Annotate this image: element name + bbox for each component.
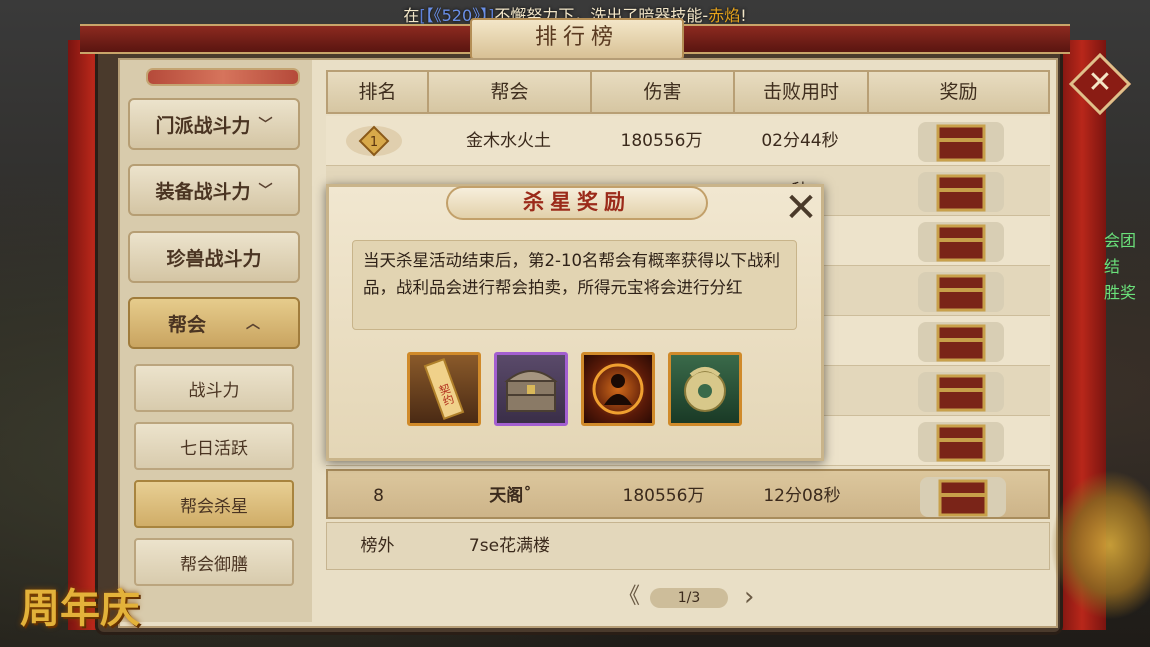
cell-guild: 7se花满楼 (468, 536, 551, 556)
reward-chest-icon[interactable] (916, 120, 1006, 164)
header-rank: 排名 (328, 72, 429, 112)
header-reward: 奖励 (939, 81, 978, 103)
treasure-chest-icon (504, 370, 558, 412)
dialog-description: 当天杀星活动结束后，第2-10名帮会有概率获得以下战利品，战利品会进行帮会拍卖，… (352, 240, 797, 330)
anniversary-logo[interactable]: 周年庆 (20, 576, 140, 634)
side-chat-snippet: 会团结 胜奖 (1104, 228, 1150, 306)
reward-chest-icon[interactable] (916, 420, 1006, 464)
dark-orb-skill-icon (592, 363, 644, 415)
side-text: 会团结 (1104, 231, 1137, 276)
cell-time: 12分08秒 (763, 486, 841, 506)
cell-guild: 金木水火土 (466, 131, 551, 151)
sidebar-subitem-guild-star-kill[interactable]: 帮会杀星 (134, 480, 294, 528)
reward-chest-icon[interactable] (916, 220, 1006, 264)
dialog-close-icon[interactable]: ✕ (782, 188, 820, 228)
chevron-up-icon: ︿ (246, 316, 260, 332)
header-defeat-time: 击败用时 (735, 72, 869, 112)
reward-item-skill-orb[interactable] (581, 352, 655, 426)
scroll-icon: 契约 (423, 357, 465, 421)
chevron-down-icon: ﹀ (258, 117, 273, 133)
sidebar-category-sect-power[interactable]: 门派战斗力 ﹀ (128, 98, 300, 150)
table-row: 1 金木水火土 180556万 02分44秒 (326, 116, 1050, 166)
cell-rank: 8 (373, 486, 384, 506)
dialog-title: 杀星奖励 (523, 189, 631, 214)
reward-chest-icon[interactable] (916, 170, 1006, 214)
subitem-label: 帮会御膳 (180, 554, 248, 575)
cell-guild: 天阁˚ (489, 486, 532, 506)
svg-text:1: 1 (370, 135, 378, 150)
rank-medal-icon: 1 (346, 125, 402, 157)
side-text: 胜奖 (1104, 283, 1137, 302)
sidebar-subitem-guild-power[interactable]: 战斗力 (134, 364, 294, 412)
window-banner: 排行榜 (0, 16, 1150, 60)
window-title: 排行榜 (470, 18, 684, 60)
category-label: 珍兽战斗力 (166, 247, 262, 270)
header-guild: 帮会 (429, 72, 592, 112)
window-close-icon[interactable]: ✕ (1078, 58, 1122, 108)
outside-ranking-row: 榜外 7se花满楼 (326, 522, 1050, 570)
cell-time: 02分44秒 (761, 131, 839, 151)
header-damage: 伤害 (592, 72, 735, 112)
reward-chest-icon[interactable] (916, 270, 1006, 314)
dragon-ornament (1050, 470, 1150, 620)
jade-pendant-icon (684, 367, 726, 412)
reward-item-scroll[interactable]: 契约 (407, 352, 481, 426)
reward-chest-icon[interactable] (916, 370, 1006, 414)
sidebar-scroll-indicator (146, 68, 300, 86)
subitem-label: 帮会杀星 (180, 496, 248, 517)
sidebar-category-equipment-power[interactable]: 装备战斗力 ﹀ (128, 164, 300, 216)
chevron-down-icon: ﹀ (258, 183, 273, 199)
prev-page-arrow-icon[interactable]: 《 (618, 584, 640, 610)
cell-damage: 180556万 (620, 131, 703, 151)
category-label: 帮会 (167, 313, 206, 336)
sidebar-category-pet-power[interactable]: 珍兽战斗力 (128, 231, 300, 283)
category-label: 装备战斗力 (155, 180, 251, 203)
subitem-label: 战斗力 (188, 380, 240, 401)
cell-rank: 榜外 (360, 536, 395, 556)
sidebar-category-guild[interactable]: 帮会 ︿ (128, 297, 300, 349)
subitem-label: 七日活跃 (180, 438, 248, 459)
table-header: 排名 帮会 伤害 击败用时 奖励 (326, 70, 1050, 114)
category-label: 门派战斗力 (155, 114, 251, 137)
next-page-arrow-icon[interactable]: › (744, 584, 754, 610)
reward-chest-icon[interactable] (918, 475, 1008, 519)
reward-item-chest[interactable] (494, 352, 568, 426)
page-indicator: 1/3 (650, 588, 728, 608)
reward-item-jade-pendant[interactable] (668, 352, 742, 426)
cell-damage: 180556万 (622, 486, 705, 506)
table-row-my-guild: 8 天阁˚ 180556万 12分08秒 (326, 469, 1050, 519)
sidebar-subitem-guild-feast[interactable]: 帮会御膳 (134, 538, 294, 586)
sidebar-subitem-seven-day-active[interactable]: 七日活跃 (134, 422, 294, 470)
reward-chest-icon[interactable] (916, 320, 1006, 364)
